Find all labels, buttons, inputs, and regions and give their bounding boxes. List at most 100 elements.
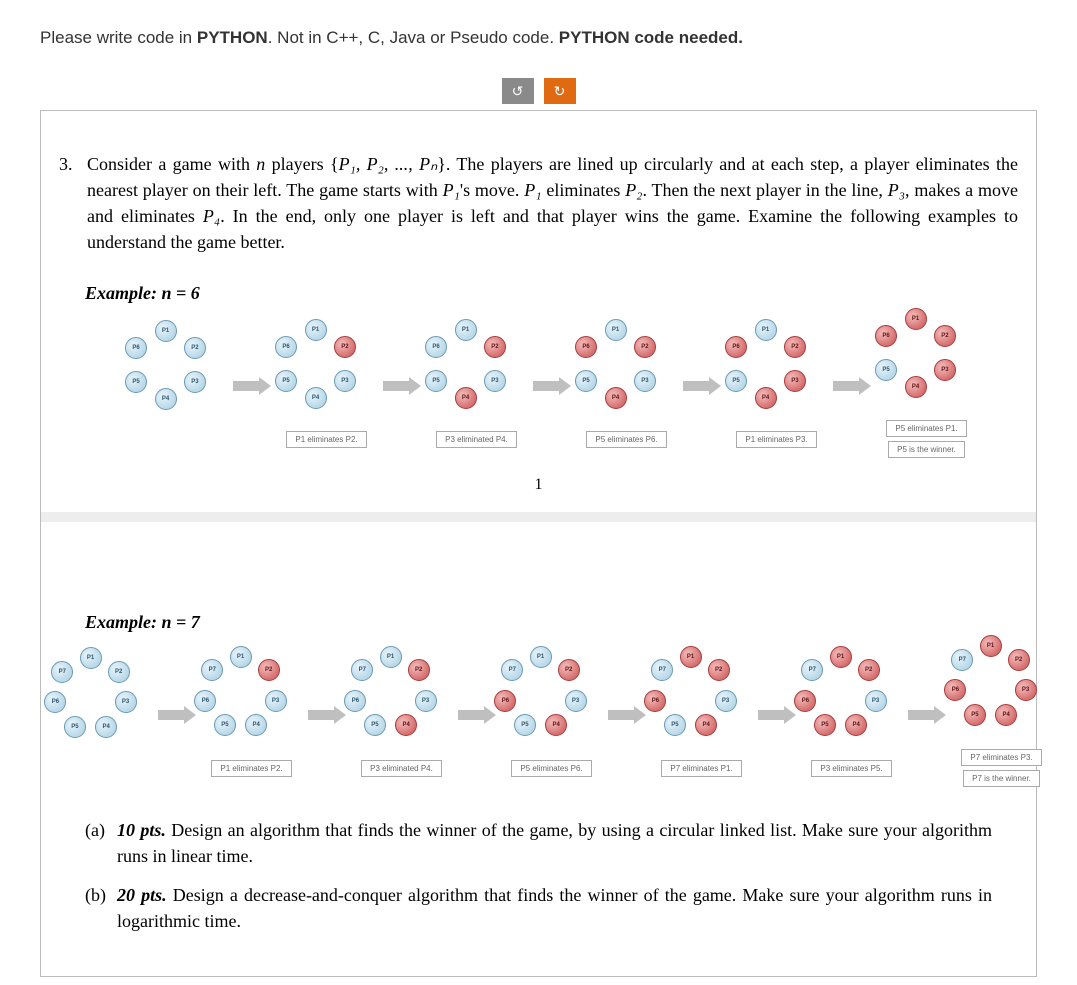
qt-d: 's move. (460, 180, 524, 200)
player-node: P3 (715, 690, 737, 712)
player-node: P7 (801, 659, 823, 681)
player-node: P6 (494, 690, 516, 712)
diagram-stage: P1P2P3P4P5P6P7P7 eliminates P3.P7 is the… (952, 643, 1052, 787)
diagram-stage: P1P2P3P4P5P6 (127, 326, 227, 446)
arrow-icon (308, 706, 346, 724)
player-node: P3 (334, 370, 356, 392)
player-node: P5 (425, 370, 447, 392)
stage-caption: P3 eliminated P4. (361, 760, 442, 777)
player-node: P4 (305, 387, 327, 409)
stage-caption: P1 eliminates P3. (736, 431, 816, 448)
undo-button[interactable]: ↺ (502, 78, 534, 104)
player-node: P7 (501, 659, 523, 681)
player-node: P2 (184, 337, 206, 359)
player-node: P3 (1015, 679, 1037, 701)
player-node: P3 (484, 370, 506, 392)
stage-caption: P7 is the winner. (963, 770, 1040, 787)
player-node: P3 (265, 690, 287, 712)
stage-caption: P5 eliminates P6. (511, 760, 591, 777)
player-node: P7 (951, 649, 973, 671)
stage-caption: P5 eliminates P1. (886, 420, 966, 437)
stage-caption: P1 eliminates P2. (211, 760, 291, 777)
player-node: P1 (605, 319, 627, 341)
player-node: P4 (995, 704, 1017, 726)
arrow-icon (458, 706, 496, 724)
question-parts: (a) 10 pts. Design an algorithm that fin… (85, 817, 992, 933)
part-a-text: 10 pts. Design an algorithm that finds t… (117, 817, 992, 869)
page-divider (41, 512, 1036, 522)
player-ring: P1P2P3P4P5P6P7 (802, 654, 902, 754)
player-node: P2 (108, 661, 130, 683)
arrow-icon (833, 377, 871, 395)
player-node: P2 (708, 659, 730, 681)
player-ring: P1P2P3P4P5P6P7 (52, 655, 152, 755)
diagram-stage: P1P2P3P4P5P6P7P3 eliminates P5. (802, 654, 902, 777)
player-node: P2 (784, 336, 806, 358)
qt-p1b: P₁ (524, 180, 541, 200)
player-node: P7 (351, 659, 373, 681)
player-node: P4 (755, 387, 777, 409)
arrow-icon (683, 377, 721, 395)
player-node: P6 (125, 337, 147, 359)
player-ring: P1P2P3P4P5P6 (727, 325, 827, 425)
player-node: P2 (558, 659, 580, 681)
qt-set: P₁, P₂, ..., Pₙ (339, 154, 438, 174)
player-node: P2 (484, 336, 506, 358)
player-ring: P1P2P3P4P5P6P7 (352, 654, 452, 754)
qt-h: . In the end, only one player is left an… (87, 206, 1018, 252)
part-a-pts: 10 pts. (117, 820, 166, 840)
instruction-line: Please write code in PYTHON. Not in C++,… (40, 28, 1037, 48)
player-node: P3 (184, 371, 206, 393)
diagram-stage: P1P2P3P4P5P6P7P5 eliminates P6. (502, 654, 602, 777)
player-node: P5 (875, 359, 897, 381)
player-node: P2 (258, 659, 280, 681)
instruction-lang: PYTHON (197, 28, 268, 47)
player-node: P1 (230, 646, 252, 668)
player-node: P5 (275, 370, 297, 392)
question-block: 3. Consider a game with n players {P₁, P… (59, 151, 1018, 255)
part-b-label: (b) (85, 882, 117, 934)
player-node: P2 (408, 659, 430, 681)
player-node: P2 (934, 325, 956, 347)
player-node: P1 (755, 319, 777, 341)
diagram-stage: P1P2P3P4P5P6P7P3 eliminated P4. (352, 654, 452, 777)
arrow-icon (233, 377, 271, 395)
qt-p2: P₂ (625, 180, 642, 200)
part-b-pts: 20 pts. (117, 885, 167, 905)
player-node: P6 (794, 690, 816, 712)
player-node: P4 (455, 387, 477, 409)
diagram-stage: P1P2P3P4P5P6P3 eliminated P4. (427, 325, 527, 448)
qt-p4: P₄ (203, 206, 220, 226)
player-node: P6 (944, 679, 966, 701)
arrow-icon (908, 706, 946, 724)
redo-button[interactable]: ↻ (544, 78, 576, 104)
qt-p1a: P₁ (443, 180, 460, 200)
player-node: P6 (875, 325, 897, 347)
arrow-icon (758, 706, 796, 724)
part-a-body: Design an algorithm that finds the winne… (117, 820, 992, 866)
player-node: P5 (575, 370, 597, 392)
instruction-tail: PYTHON code needed. (559, 28, 743, 47)
player-node: P4 (605, 387, 627, 409)
player-node: P4 (545, 714, 567, 736)
example-7-diagram: P1P2P3P4P5P6P7P1P2P3P4P5P6P7P1 eliminate… (85, 643, 1018, 787)
player-node: P1 (455, 319, 477, 341)
player-node: P1 (305, 319, 327, 341)
question-text: Consider a game with n players {P₁, P₂, … (87, 151, 1018, 255)
player-node: P1 (530, 646, 552, 668)
diagram-stage: P1P2P3P4P5P6P7 (52, 655, 152, 775)
qt-b: players { (265, 154, 338, 174)
player-node: P5 (364, 714, 386, 736)
stage-caption: P1 eliminates P2. (286, 431, 366, 448)
player-node: P3 (565, 690, 587, 712)
player-ring: P1P2P3P4P5P6P7 (502, 654, 602, 754)
player-ring: P1P2P3P4P5P6 (127, 326, 227, 426)
player-node: P4 (245, 714, 267, 736)
player-node: P3 (865, 690, 887, 712)
player-node: P3 (415, 690, 437, 712)
part-a-label: (a) (85, 817, 117, 869)
player-node: P1 (380, 646, 402, 668)
qt-n: n (256, 154, 265, 174)
diagram-stage: P1P2P3P4P5P6P5 eliminates P1.P5 is the w… (877, 314, 977, 458)
player-node: P7 (651, 659, 673, 681)
